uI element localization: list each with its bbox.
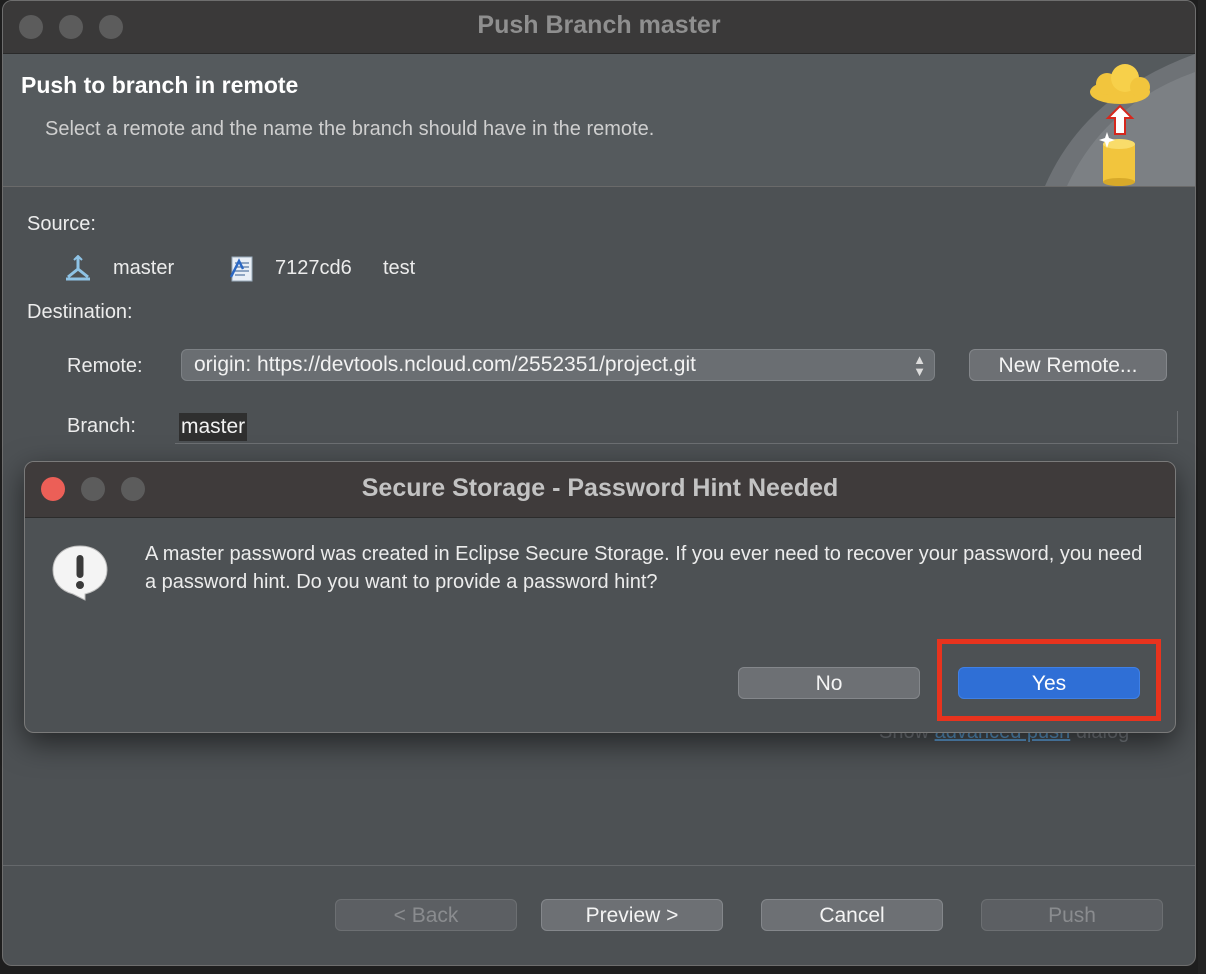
cancel-button[interactable]: Cancel: [761, 899, 943, 931]
remote-select[interactable]: origin: https://devtools.ncloud.com/2552…: [181, 349, 935, 381]
branch-icon: [66, 255, 90, 281]
branch-input[interactable]: master: [175, 411, 1178, 444]
footer-divider: [3, 865, 1195, 866]
push-to-cloud-icon: [1045, 54, 1195, 186]
source-label: Source:: [27, 213, 96, 235]
warning-icon: [52, 545, 108, 601]
wizard-header: Push to branch in remote Select a remote…: [3, 54, 1195, 187]
dialog-titlebar: Secure Storage - Password Hint Needed: [25, 462, 1175, 518]
header-description: Select a remote and the name the branch …: [45, 118, 655, 140]
source-branch: master: [113, 257, 175, 279]
destination-label: Destination:: [27, 301, 133, 323]
no-button[interactable]: No: [738, 667, 920, 699]
window-title: Push Branch master: [477, 11, 721, 39]
commit-id: 7127cd6: [275, 257, 352, 279]
remote-label: Remote:: [67, 355, 143, 377]
preview-button[interactable]: Preview >: [541, 899, 723, 931]
dialog-message: A master password was created in Eclipse…: [145, 543, 1143, 593]
window-titlebar: Push Branch master: [3, 1, 1195, 54]
chevron-down-icon: ▼: [913, 364, 926, 379]
commit-icon: [229, 256, 253, 282]
branch-label: Branch:: [67, 415, 136, 437]
remote-select-value: origin: https://devtools.ncloud.com/2552…: [194, 353, 696, 376]
branch-input-value: master: [179, 413, 248, 441]
new-remote-button[interactable]: New Remote...: [969, 349, 1167, 381]
dialog-title: Secure Storage - Password Hint Needed: [361, 474, 839, 502]
header-title: Push to branch in remote: [21, 72, 299, 98]
push-button[interactable]: Push: [981, 899, 1163, 931]
commit-message: test: [383, 257, 416, 279]
back-button[interactable]: < Back: [335, 899, 517, 931]
background-edge: [1198, 0, 1206, 974]
yes-button-highlight: [937, 639, 1161, 721]
